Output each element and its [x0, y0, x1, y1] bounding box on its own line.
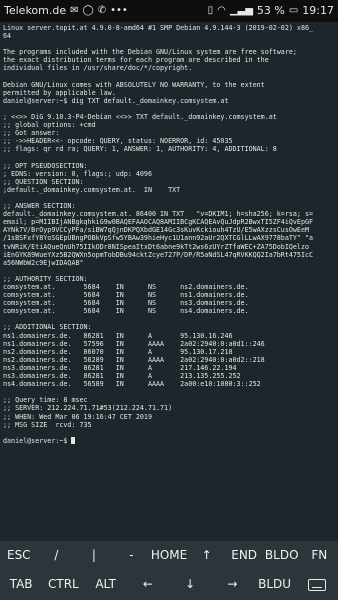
terminal-line: email; p=MIIBIjANBgkqhkiG9w0BAQEFAAOCAQ8… [3, 218, 314, 227]
terminal-line: ;; ANSWER SECTION: [3, 202, 76, 211]
bldu-key[interactable]: BLDU [254, 570, 296, 599]
home-key[interactable]: HOME [150, 541, 188, 570]
battery-icon: ▭ [288, 5, 299, 16]
fn-key[interactable]: FN [301, 541, 338, 570]
terminal-line: ;; ADDITIONAL SECTION: [3, 323, 92, 332]
terminal-line: ;; OPT PSEUDOSECTION: [3, 161, 88, 170]
terminal-line: comsystem.at. 5684 IN NS ns1.domainers.d… [3, 291, 249, 300]
terminal-line: default._domainkey.comsystem.at. 86400 I… [3, 210, 314, 219]
tab-key[interactable]: TAB [0, 570, 42, 599]
pipe-key[interactable]: | [75, 541, 113, 570]
esc-key[interactable]: ESC [0, 541, 38, 570]
arrow-down-key[interactable]: ↓ [169, 570, 211, 599]
signal-icon: ▁▃▅ [229, 5, 253, 16]
terminal-line: ;; SERVER: 212.224.71.71#53(212.224.71.7… [3, 404, 173, 413]
arrow-right-key[interactable]: → [211, 570, 253, 599]
terminal-line: ns3.domainers.de. 86281 IN A 217.146.22.… [3, 363, 237, 372]
terminal-line: AYNk7V/BrOyp9VCCyPFa/siBW7qQjnDKPQXbdGE1… [3, 226, 309, 235]
terminal-line: ;; Got answer: [3, 129, 60, 138]
terminal-line: ;; QUESTION SECTION: [3, 177, 84, 186]
keyboard-icon [307, 578, 326, 591]
terminal-line: a56NWbW2c9EjwIDAQAB" [3, 258, 84, 267]
text-cursor [71, 437, 76, 445]
terminal-line: ;; MSG SIZE rcvd: 735 [3, 420, 92, 429]
terminal-line: ;default._domainkey.comsystem.at. IN TXT [3, 185, 181, 194]
terminal-line: the exact distribution terms for each pr… [3, 56, 269, 65]
status-bar: Telekom.de ✉ ◯ ✆ ••• ▯ ◠ ▁▃▅ 53 % ▭ 19:1… [0, 0, 338, 22]
wifi-icon: ◠ [217, 5, 226, 16]
vibrate-icon: ▯ [207, 5, 214, 16]
message-icon: ✉ [70, 5, 79, 16]
extra-keys-row-1: ESC / | - HOME ↑ END BLDO FN [0, 541, 338, 570]
terminal-line: ;; flags: qr rd ra; QUERY: 1, ANSWER: 1,… [3, 145, 277, 154]
battery-label: 53 % [256, 4, 285, 17]
terminal-line: ns1.domainers.de. 57596 IN AAAA 2a02:294… [3, 339, 265, 348]
shell-prompt: daniel@server:~$ [3, 436, 72, 445]
terminal-line: ns4.domainers.de. 56589 IN AAAA 2a00:e10… [3, 380, 261, 389]
terminal-line: daniel@server:~$ dig TXT default._domain… [3, 96, 229, 105]
terminal-line: ns2.domainers.de. 56289 IN AAAA 2a02:294… [3, 355, 265, 364]
notification-icon: ✆ [97, 5, 107, 16]
ctrl-key[interactable]: CTRL [42, 570, 84, 599]
keyboard-toggle-button[interactable] [296, 570, 338, 599]
terminal-line: The programs included with the Debian GN… [3, 48, 297, 57]
terminal-line: iEnGYK89WueYXz5B2QWXn5opmTobDBu94cktZcye… [3, 250, 314, 259]
clock: 19:17 [302, 4, 334, 17]
status-bar-left: Telekom.de ✉ ◯ ✆ ••• [4, 4, 128, 17]
terminal-line: tvNRiK/EtiAQueQnUh75IIkODr8NISpeaItxDt6a… [3, 242, 309, 251]
terminal-line: ;; global options: +cmd [3, 121, 96, 130]
terminal-line: permitted by applicable law. [3, 88, 116, 97]
arrow-left-key[interactable]: ← [127, 570, 169, 599]
terminal-output: Linux server.topit.at 4.9.0-8-amd64 #1 S… [0, 22, 338, 445]
bldo-key[interactable]: BLDO [263, 541, 301, 570]
whatsapp-icon: ◯ [82, 5, 94, 16]
more-notifications-icon: ••• [110, 5, 128, 16]
arrow-up-key[interactable]: ↑ [188, 541, 226, 570]
terminal-line: ;; Query time: 8 msec [3, 396, 88, 405]
terminal-line: ; <<>> DiG 9.10.3-P4-Debian <<>> TXT def… [3, 113, 277, 122]
carrier-label: Telekom.de [4, 4, 67, 17]
extra-keys-bar: ESC / | - HOME ↑ END BLDO FN TAB CTRL AL… [0, 541, 338, 600]
terminal-line: ; EDNS: version: 0, flags:; udp: 4096 [3, 169, 152, 178]
terminal-line: comsystem.at. 5684 IN NS ns4.domainers.d… [3, 307, 249, 316]
terminal-line: 64 [3, 32, 12, 41]
terminal-view[interactable]: Linux server.topit.at 4.9.0-8-amd64 #1 S… [0, 22, 338, 542]
extra-keys-row-2: TAB CTRL ALT ← ↓ → BLDU [0, 570, 338, 599]
terminal-line: ns3.domainers.de. 86281 IN A 213.135.255… [3, 372, 241, 381]
terminal-line: comsystem.at. 5684 IN NS ns2.domainers.d… [3, 283, 249, 291]
terminal-line: ;; WHEN: Wed Mar 06 19:16:47 CET 2019 [3, 412, 152, 421]
dash-key[interactable]: - [113, 541, 151, 570]
status-bar-right: ▯ ◠ ▁▃▅ 53 % ▭ 19:17 [208, 4, 334, 17]
terminal-line: ;; AUTHORITY SECTION: [3, 274, 88, 283]
terminal-line: individual files in /usr/share/doc/*/cop… [3, 64, 193, 73]
end-key[interactable]: END [225, 541, 263, 570]
terminal-line: ns2.domainers.de. 86070 IN A 95.130.17.2… [3, 347, 233, 356]
slash-key[interactable]: / [38, 541, 76, 570]
alt-key[interactable]: ALT [85, 570, 127, 599]
terminal-line: comsystem.at. 5684 IN NS ns3.domainers.d… [3, 299, 249, 308]
terminal-line: Debian GNU/Linux comes with ABSOLUTELY N… [3, 80, 265, 89]
terminal-line: ;; ->>HEADER<<- opcode: QUERY, status: N… [3, 137, 233, 146]
terminal-line: ns1.domainers.de. 86281 IN A 95.130.16.2… [3, 331, 233, 340]
terminal-line: Linux server.topit.at 4.9.0-8-amd64 #1 S… [3, 24, 314, 32]
terminal-line: /1sBSFxfY8YoSGEpUBngPOBkVpSfw5YBAw39hieH… [3, 234, 314, 243]
